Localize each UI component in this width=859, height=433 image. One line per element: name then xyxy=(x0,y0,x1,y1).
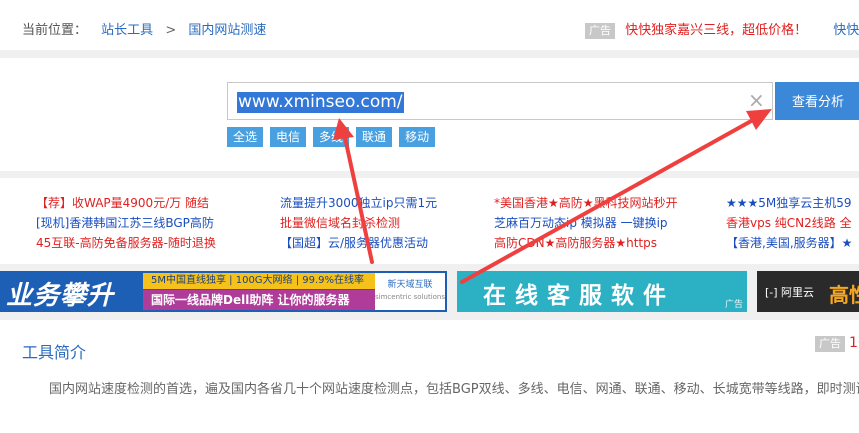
ad-link[interactable]: 批量微信域名封杀检测 xyxy=(280,213,437,233)
ad-tag: 广告 xyxy=(815,336,845,352)
breadcrumb-label: 当前位置： xyxy=(22,23,88,38)
breadcrumb-separator: > xyxy=(165,23,177,38)
banner-headline: 业务攀升 xyxy=(6,281,115,311)
server-banner-ad[interactable]: 业务攀升 5M中国直线独享 | 100G大网络 | 99.9%在线率 国际一线品… xyxy=(0,271,447,312)
breadcrumb-link-speedtest[interactable]: 国内网站测速 xyxy=(188,23,266,38)
url-input-value[interactable]: www.xminseo.com/ xyxy=(237,92,404,113)
ad-tag: 广告 xyxy=(724,300,743,310)
ad-link[interactable]: 45互联-高防免备服务器-随时退换 xyxy=(36,233,216,253)
banner-logo-sub: simcentric solutions xyxy=(375,293,446,301)
ad-column-1: 【荐】收WAP量4900元/万 随结 [现机]香港韩国江苏三线BGP高防 45互… xyxy=(36,193,216,253)
intro-title: 工具简介 xyxy=(22,343,87,362)
breadcrumb: 当前位置： 站长工具 > 国内网站测速 xyxy=(22,19,266,38)
text-ad-panel: 【荐】收WAP量4900元/万 随结 [现机]香港韩国江苏三线BGP高防 45互… xyxy=(0,178,859,264)
filter-mobile-button[interactable]: 移动 xyxy=(399,127,436,147)
ad-link[interactable]: ★★★5M独享云主机59 xyxy=(726,193,852,213)
ad-link[interactable]: *美国香港★高防★黑科技网站秒开 xyxy=(494,193,678,213)
ad-link[interactable]: 【荐】收WAP量4900元/万 随结 xyxy=(36,193,216,213)
breadcrumb-bar: 当前位置： 站长工具 > 国内网站测速 广告 快快独家嘉兴三线，超低价格！ 快快… xyxy=(0,0,859,50)
filter-all-button[interactable]: 全选 xyxy=(227,127,264,147)
ad-link[interactable]: 高防CDN★高防服务器★https xyxy=(494,233,678,253)
analyze-button[interactable]: 查看分析 xyxy=(775,82,859,120)
intro-ad-number[interactable]: 16 xyxy=(849,335,859,351)
aliyun-logo: [-] 阿里云 xyxy=(765,286,815,299)
online-service-banner-ad[interactable]: 在线客服软件 广告 xyxy=(457,271,747,312)
banner-text: 高性 xyxy=(829,283,859,307)
ad-link[interactable]: 【香港,美国,服务器】★ xyxy=(726,233,852,253)
ad-link[interactable]: 香港vps 纯CN2线路 全 xyxy=(726,213,852,233)
tool-intro-panel: 工具简介 广告16 国内网站速度检测的首选，遍及国内各省几十个网站速度检测点，包… xyxy=(0,320,859,433)
filter-multiline-button[interactable]: 多线 xyxy=(313,127,350,147)
ad-column-3: *美国香港★高防★黑科技网站秒开 芝麻百万动态ip 模拟器 一键换ip 高防CD… xyxy=(494,193,678,253)
top-ad-blue-link[interactable]: 快快独 xyxy=(833,23,859,38)
ad-link[interactable]: [现机]香港韩国江苏三线BGP高防 xyxy=(36,213,216,233)
filter-unicom-button[interactable]: 联通 xyxy=(356,127,393,147)
ad-link[interactable]: 流量提升3000独立ip只需1元 xyxy=(280,193,437,213)
ad-link[interactable]: 【国超】云/服务器优惠活动 xyxy=(280,233,437,253)
top-ad-red-link[interactable]: 快快独家嘉兴三线，超低价格！ xyxy=(625,23,807,38)
breadcrumb-link-tools[interactable]: 站长工具 xyxy=(101,23,153,38)
ad-tag: 广告 xyxy=(585,23,615,39)
intro-ad[interactable]: 广告16 xyxy=(815,335,859,352)
line-filter-group: 全选 电信 多线 联通 移动 xyxy=(227,127,442,147)
top-ad[interactable]: 广告 快快独家嘉兴三线，超低价格！ 快快独 xyxy=(585,19,859,39)
banner-logo: 新天域互联 simcentric solutions xyxy=(375,273,445,310)
banner-logo-name: 新天域互联 xyxy=(387,280,433,290)
banner-slogan: 国际一线品牌Dell助阵 让你的服务器 xyxy=(143,290,381,310)
ad-column-4: ★★★5M独享云主机59 香港vps 纯CN2线路 全 【香港,美国,服务器】★ xyxy=(726,193,852,253)
banner-feature-strip: 5M中国直线独享 | 100G大网络 | 99.9%在线率 xyxy=(143,273,381,289)
url-input[interactable]: www.xminseo.com/ × xyxy=(227,82,773,120)
ad-link[interactable]: 芝麻百万动态ip 模拟器 一键换ip xyxy=(494,213,678,233)
clear-icon[interactable]: × xyxy=(748,89,765,111)
ad-column-2: 流量提升3000独立ip只需1元 批量微信域名封杀检测 【国超】云/服务器优惠活… xyxy=(280,193,437,253)
banner-text: 在线客服软件 xyxy=(483,283,675,309)
aliyun-banner-ad[interactable]: [-] 阿里云 高性 xyxy=(757,271,859,312)
intro-description: 国内网站速度检测的首选，遍及国内各省几十个网站速度检测点，包括BGP双线、多线、… xyxy=(49,382,859,397)
filter-telecom-button[interactable]: 电信 xyxy=(270,127,307,147)
